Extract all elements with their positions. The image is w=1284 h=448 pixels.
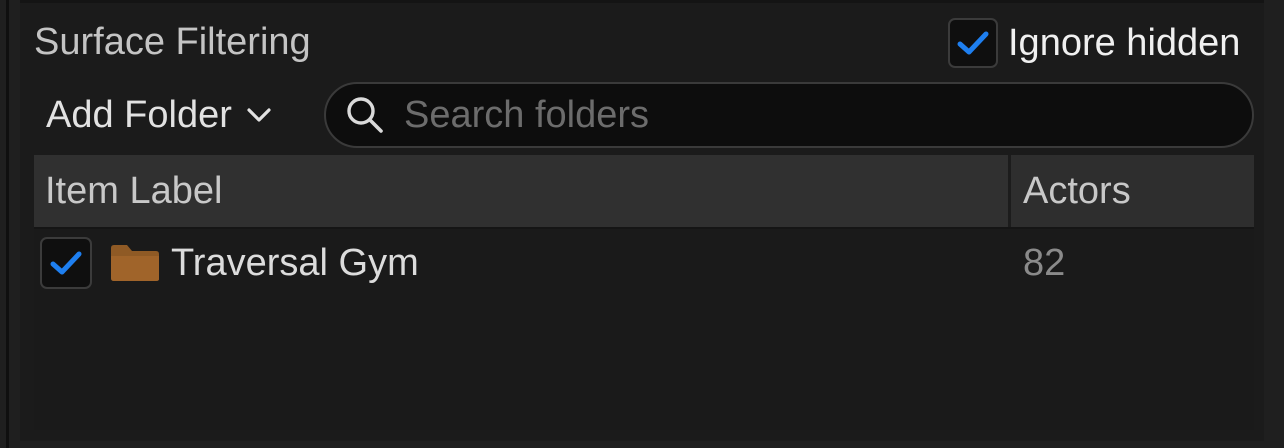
- window-left-border: [6, 0, 9, 448]
- chevron-down-icon: [247, 108, 271, 122]
- search-input[interactable]: [404, 85, 1252, 145]
- column-header-item-label[interactable]: Item Label: [34, 155, 1008, 227]
- ignore-hidden-label: Ignore hidden: [1008, 22, 1241, 64]
- add-folder-button[interactable]: Add Folder: [46, 90, 272, 140]
- search-icon: [347, 97, 383, 133]
- add-folder-label: Add Folder: [46, 93, 232, 136]
- ignore-hidden-checkbox[interactable]: [948, 18, 998, 68]
- search-box[interactable]: [324, 82, 1254, 148]
- table-row[interactable]: Traversal Gym 82: [34, 229, 1254, 299]
- ignore-hidden-toggle[interactable]: Ignore hidden: [948, 16, 1240, 70]
- checkmark-icon: [50, 251, 82, 275]
- row-checkbox[interactable]: [40, 237, 92, 289]
- table-header: Item Label Actors: [34, 155, 1254, 227]
- surface-filtering-window: Surface Filtering Ignore hidden Add Fold…: [0, 0, 1284, 448]
- row-actors-count: 82: [1023, 242, 1066, 284]
- column-header-actors[interactable]: Actors: [1011, 155, 1254, 227]
- folder-table: Item Label Actors Traversal Gym 82: [34, 155, 1254, 430]
- folder-icon: [111, 245, 159, 281]
- column-header-actors-text: Actors: [1023, 169, 1131, 212]
- row-item-label: Traversal Gym: [171, 242, 419, 284]
- section-title: Surface Filtering: [34, 21, 311, 63]
- checkmark-icon: [957, 31, 989, 55]
- search-icon-wrap: [326, 95, 404, 135]
- column-header-item-label-text: Item Label: [45, 169, 223, 212]
